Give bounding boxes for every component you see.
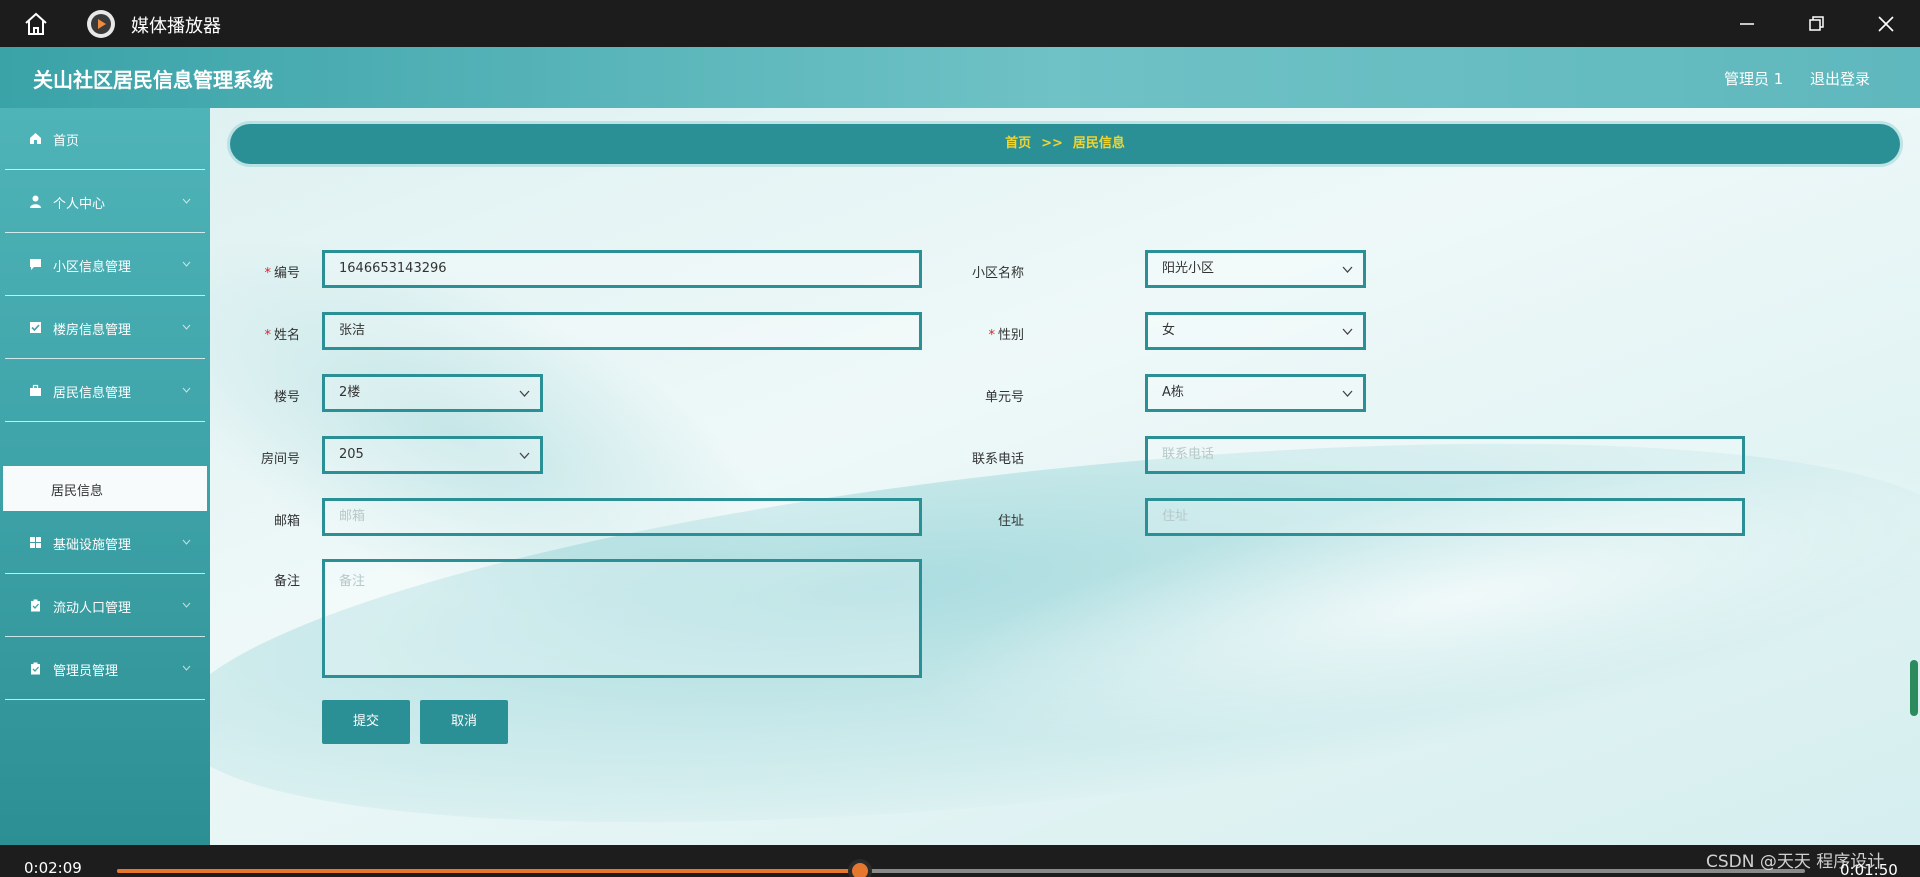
- chevron-down-icon: [182, 602, 191, 608]
- grid-icon: [30, 537, 41, 548]
- sidebar-item-label: 首页: [53, 134, 80, 149]
- room-select[interactable]: 205: [322, 436, 543, 474]
- chevron-down-icon: [1342, 328, 1353, 335]
- sidebar-item-label: 管理员管理: [53, 664, 119, 679]
- elapsed-time: 0:02:09: [24, 859, 82, 877]
- app-window: 关山社区居民信息管理系统 管理员 1 退出登录 首页 个人中心 小区信息管理 楼…: [0, 47, 1920, 845]
- sidebar-item-community[interactable]: 小区信息管理: [5, 234, 205, 296]
- app-title: 关山社区居民信息管理系统: [33, 68, 273, 92]
- sidebar-item-label: 小区信息管理: [53, 260, 132, 275]
- phone-label: 联系电话: [971, 452, 1024, 467]
- close-icon[interactable]: [1872, 10, 1900, 38]
- unit-select[interactable]: A栋: [1145, 374, 1366, 412]
- restore-icon[interactable]: [1802, 10, 1830, 38]
- gender-select-value: 女: [1162, 323, 1176, 338]
- breadcrumb-home[interactable]: 首页: [1005, 136, 1031, 151]
- number-label: * 编号: [264, 266, 300, 281]
- submit-button[interactable]: 提交: [322, 700, 410, 744]
- sidebar-item-home[interactable]: 首页: [5, 108, 205, 170]
- chevron-down-icon: [182, 198, 191, 204]
- room-select-value: 205: [339, 447, 364, 462]
- seek-bar-progress: [117, 869, 860, 873]
- cancel-button[interactable]: 取消: [420, 700, 508, 744]
- chevron-down-icon: [182, 665, 191, 671]
- admin-name: 管理员 1: [1724, 70, 1784, 88]
- sidebar-item-profile[interactable]: 个人中心: [5, 171, 205, 233]
- sidebar-item-facilities[interactable]: 基础设施管理: [5, 512, 205, 574]
- sidebar-item-label: 楼房信息管理: [53, 323, 132, 338]
- sidebar-subitem-label: 居民信息: [51, 484, 104, 499]
- seek-thumb[interactable]: [847, 859, 872, 877]
- unit-select-value: A栋: [1162, 385, 1184, 400]
- chevron-down-icon: [182, 387, 191, 393]
- building-label: 楼号: [273, 390, 300, 405]
- briefcase-icon: [30, 384, 41, 396]
- home-icon[interactable]: [22, 10, 50, 38]
- note-label: 备注: [273, 574, 300, 589]
- sidebar-item-label: 居民信息管理: [53, 386, 132, 401]
- check-square-icon: [30, 322, 41, 333]
- user-icon: [30, 195, 41, 208]
- name-input[interactable]: 张洁: [322, 312, 922, 350]
- name-label: * 姓名: [264, 328, 300, 343]
- minimize-icon[interactable]: [1733, 10, 1761, 38]
- note-textarea[interactable]: 备注: [322, 559, 922, 678]
- window-title: 媒体播放器: [131, 16, 221, 37]
- room-label: 房间号: [260, 452, 300, 467]
- community-select-value: 阳光小区: [1162, 261, 1215, 276]
- app-header: 关山社区居民信息管理系统 管理员 1 退出登录: [0, 47, 1920, 108]
- sidebar-item-buildings[interactable]: 楼房信息管理: [5, 297, 205, 359]
- chat-icon: [30, 259, 41, 270]
- media-player-icon: [87, 10, 115, 38]
- sidebar-item-label: 基础设施管理: [53, 538, 132, 553]
- address-input[interactable]: 住址: [1145, 498, 1745, 536]
- chevron-down-icon: [519, 452, 530, 459]
- breadcrumb-separator: >>: [1041, 136, 1063, 151]
- gender-label: * 性别: [988, 328, 1024, 343]
- clipboard-icon: [31, 662, 40, 675]
- gender-select[interactable]: 女: [1145, 312, 1366, 350]
- sidebar-item-admins[interactable]: 管理员管理: [5, 638, 205, 700]
- number-input[interactable]: 1646653143296: [322, 250, 922, 288]
- community-label: 小区名称: [971, 266, 1024, 281]
- sidebar-item-label: 流动人口管理: [53, 601, 132, 616]
- unit-label: 单元号: [984, 390, 1024, 405]
- sidebar-subitem-resident-info[interactable]: 居民信息: [3, 466, 207, 511]
- home-icon: [30, 133, 41, 144]
- email-input[interactable]: 邮箱: [322, 498, 922, 536]
- chevron-down-icon: [182, 261, 191, 267]
- seek-bar[interactable]: [117, 869, 1805, 873]
- main-content: 首页 >> 居民信息 * 编号 1646653143296 * 姓名 张洁 楼号 2楼 …: [210, 108, 1920, 845]
- chevron-down-icon: [182, 539, 191, 545]
- community-select[interactable]: 阳光小区: [1145, 250, 1366, 288]
- sidebar: 首页 个人中心 小区信息管理 楼房信息管理 居民信息管理 居民信息 基础设施管理: [0, 108, 210, 845]
- chevron-down-icon: [1342, 266, 1353, 273]
- phone-input[interactable]: 联系电话: [1145, 436, 1745, 474]
- address-label: 住址: [997, 514, 1024, 529]
- chevron-down-icon: [519, 390, 530, 397]
- player-controls: 0:02:09 CSDN @天天 程序设计 0:01:50: [0, 845, 1920, 877]
- sidebar-item-label: 个人中心: [53, 197, 106, 212]
- breadcrumb-current: 居民信息: [1072, 136, 1125, 151]
- scrollbar-thumb[interactable]: [1910, 660, 1918, 716]
- sidebar-item-residents[interactable]: 居民信息管理: [5, 360, 205, 422]
- chevron-down-icon: [182, 324, 191, 330]
- clipboard-icon: [31, 599, 40, 612]
- sidebar-item-floating-population[interactable]: 流动人口管理: [5, 575, 205, 637]
- remaining-time: 0:01:50: [1840, 861, 1898, 877]
- email-label: 邮箱: [273, 514, 300, 529]
- logout-link[interactable]: 退出登录: [1810, 68, 1870, 89]
- chevron-down-icon: [1342, 390, 1353, 397]
- building-select[interactable]: 2楼: [322, 374, 543, 412]
- title-bar: 媒体播放器: [0, 0, 1920, 47]
- building-select-value: 2楼: [339, 385, 361, 400]
- breadcrumb: 首页 >> 居民信息: [230, 124, 1900, 164]
